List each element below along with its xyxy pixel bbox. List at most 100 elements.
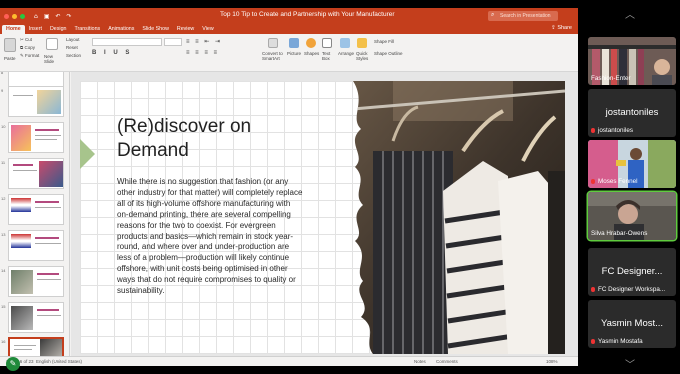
text-box-icon[interactable] (322, 38, 332, 48)
convert-smartart-button[interactable]: Convert to SmartArt (262, 51, 283, 61)
notes-button[interactable]: Notes (414, 359, 426, 364)
slide-thumbnail[interactable] (8, 158, 64, 189)
shapes-button[interactable]: Shapes (304, 51, 319, 56)
participant-tile[interactable]: Moses Fennel (588, 140, 676, 188)
tab-transitions[interactable]: Transitions (70, 25, 104, 34)
slide-number: 9 (1, 88, 4, 93)
language-status[interactable]: English (United States) (36, 359, 82, 364)
list-buttons[interactable]: ≡ ≡ ⇤ ⇥ (186, 38, 222, 45)
shape-outline-button[interactable]: Shape Outline (374, 51, 403, 56)
search-placeholder: Search in Presentation (500, 13, 551, 19)
align-buttons[interactable]: ≡ ≡ ≡ ≡ (186, 50, 219, 56)
thumb-text-line (13, 170, 37, 171)
undo-icon[interactable]: ↶ (55, 13, 60, 20)
redo-icon[interactable]: ↷ (67, 13, 72, 20)
copy-button[interactable]: ⧉ Copy (20, 45, 35, 50)
share-button[interactable]: ⇪ Share (551, 25, 572, 31)
new-slide-icon[interactable] (46, 38, 58, 50)
font-size-select[interactable] (164, 38, 182, 46)
participant-tile-active-speaker[interactable]: Silva Hrabar-Owens (588, 192, 676, 240)
slide-thumbnail-selected[interactable] (8, 337, 64, 356)
tab-review[interactable]: Review (173, 25, 198, 34)
zoom-level[interactable]: 108% (546, 359, 558, 364)
tab-view[interactable]: View (198, 25, 217, 34)
slide-thumbnail[interactable] (8, 266, 64, 297)
paragraph-group: ≡ ≡ ⇤ ⇥ (186, 38, 256, 46)
zoom-window-button[interactable] (20, 13, 25, 19)
share-label: Share (557, 25, 572, 31)
slide-title[interactable]: (Re)discover on Demand (117, 115, 317, 163)
paste-icon[interactable] (4, 38, 16, 52)
thumb-text-line (35, 207, 61, 208)
cut-button[interactable]: ✂ Cut (20, 37, 32, 43)
pencil-icon: ✎ (9, 359, 17, 368)
slide-thumbnail[interactable] (8, 302, 64, 333)
comments-button[interactable]: Comments (436, 359, 458, 364)
text-box-button[interactable]: Text Box (322, 51, 330, 61)
slide-canvas: (Re)discover on Demand While there is no… (71, 72, 578, 356)
new-slide-button[interactable]: New Slide (44, 54, 54, 64)
slide-thumbnail[interactable] (8, 230, 64, 261)
quick-styles-icon[interactable] (357, 38, 367, 48)
slide-thumbnail[interactable] (8, 86, 64, 117)
tab-slide-show[interactable]: Slide Show (138, 25, 173, 34)
clothing-rack-photo[interactable] (333, 81, 565, 354)
slide-body-text[interactable]: While there is no suggestion that fashio… (117, 177, 303, 297)
slide-number: 11 (1, 160, 6, 165)
chevron-down-icon[interactable]: ﹀ (625, 356, 635, 371)
status-bar: Slide 16 of 23 English (United States) N… (0, 356, 578, 366)
picture-button[interactable]: Picture (287, 51, 301, 56)
picture-icon[interactable] (289, 38, 299, 48)
paste-button[interactable]: Paste (4, 56, 16, 61)
participant-display-name: FC Designer... (601, 266, 663, 277)
shape-fill-button[interactable]: Shape Fill (374, 39, 394, 44)
thumb-title-line (37, 309, 59, 311)
thumb-text-line (14, 349, 32, 350)
chevron-up-icon[interactable]: ︿ (625, 6, 635, 21)
tab-design[interactable]: Design (46, 25, 71, 34)
document-title: Top 10 Tip to Create and Partnership wit… (220, 11, 395, 18)
section-button[interactable]: Section (66, 53, 81, 58)
participant-tile[interactable]: Yasmin Most... Yasmin Mostafa (588, 300, 676, 348)
font-format-buttons[interactable]: B I U S (92, 50, 132, 56)
save-icon[interactable]: ▣ (44, 13, 50, 20)
smartart-icon[interactable] (268, 38, 278, 48)
tab-insert[interactable]: Insert (25, 25, 46, 34)
participant-name: Silva Hrabar-Owens (591, 230, 648, 237)
thumb-title-line (35, 237, 59, 239)
muted-mic-icon (591, 128, 595, 133)
slide-thumbnail[interactable] (8, 122, 64, 153)
format-button[interactable]: ✎ Format (20, 53, 39, 59)
participant-label: Moses Fennel (591, 178, 638, 185)
green-arrow-shape (80, 139, 95, 169)
participant-label: Yasmin Mostafa (591, 338, 643, 345)
participant-display-name: jostantoniles (605, 107, 659, 118)
participant-display-name: Yasmin Most... (600, 318, 664, 329)
thumb-text-line (37, 279, 61, 280)
slide-number: 8 (1, 72, 4, 75)
search-input[interactable]: ⌕ Search in Presentation (488, 11, 558, 21)
shapes-icon[interactable] (306, 38, 316, 48)
slide-thumbnail[interactable] (8, 194, 64, 225)
tab-home[interactable]: Home (2, 25, 25, 34)
quick-styles-button[interactable]: Quick Styles (356, 51, 368, 61)
home-icon[interactable]: ⌂ (34, 13, 38, 20)
thumb-text-line (35, 135, 61, 136)
participant-tile[interactable]: Fashion-Enter (588, 37, 676, 85)
search-icon: ⌕ (491, 12, 495, 18)
annotate-button[interactable]: ✎ (6, 357, 20, 371)
arrange-icon[interactable] (340, 38, 350, 48)
arrange-button[interactable]: Arrange (338, 51, 354, 56)
font-name-select[interactable] (92, 38, 162, 46)
close-window-button[interactable] (4, 13, 9, 19)
participant-tile[interactable]: FC Designer... FC Designer Workspa... (588, 248, 676, 296)
tab-animations[interactable]: Animations (104, 25, 138, 34)
participant-tile[interactable]: jostantoniles jostantoniles (588, 89, 676, 137)
minimize-window-button[interactable] (12, 13, 17, 19)
reset-button[interactable]: Reset (66, 45, 78, 50)
copy-label: Copy (24, 45, 35, 50)
participant-name: FC Designer Workspa... (598, 286, 666, 293)
participants-panel: ︿ Fashion-Enter jostantoniles jostantoni… (582, 0, 680, 374)
layout-button[interactable]: Layout (66, 37, 80, 42)
thumb-image (11, 306, 33, 330)
